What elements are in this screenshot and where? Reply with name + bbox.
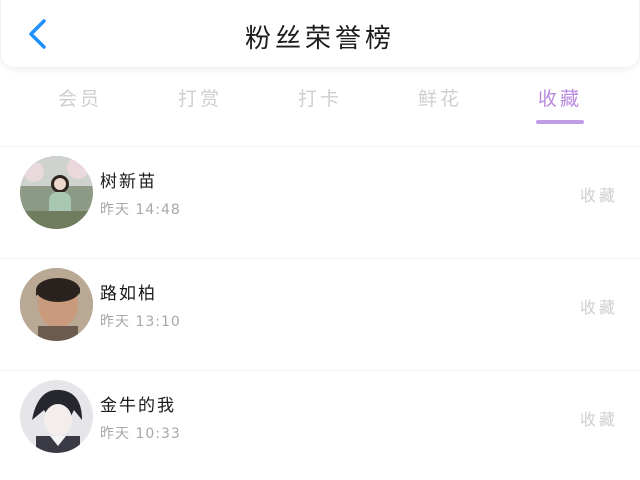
list-item[interactable]: 树新苗 昨天 14:48 收藏 [0,146,640,258]
fan-action: 收藏 [579,186,618,205]
tab-bar: 会员 打赏 打卡 鲜花 收藏 [0,78,640,128]
fan-time: 昨天 14:48 [100,202,181,218]
active-tab-indicator [536,120,584,124]
list-item[interactable]: 金牛的我 昨天 10:33 收藏 [0,370,640,480]
fan-time: 昨天 13:10 [100,314,181,330]
avatar [20,380,93,453]
page-title: 粉丝荣誉榜 [244,24,395,54]
avatar [20,268,93,341]
fan-action: 收藏 [579,410,618,429]
tab-flowers[interactable]: 鲜花 [400,84,480,111]
fan-name: 路如柏 [100,284,157,304]
tab-reward[interactable]: 打赏 [160,84,240,111]
fan-name: 金牛的我 [100,396,176,416]
avatar [20,156,93,229]
fan-time: 昨天 10:33 [100,426,181,442]
tab-favorites[interactable]: 收藏 [520,84,600,111]
fan-action: 收藏 [579,298,618,317]
fan-list: 树新苗 昨天 14:48 收藏 路如柏 昨天 13:10 收藏 金牛的我 昨天 … [0,146,640,480]
tab-checkin[interactable]: 打卡 [280,84,360,111]
fan-name: 树新苗 [100,172,157,192]
tab-member[interactable]: 会员 [40,84,120,111]
list-item[interactable]: 路如柏 昨天 13:10 收藏 [0,258,640,370]
top-bar: 粉丝荣誉榜 [0,0,640,68]
